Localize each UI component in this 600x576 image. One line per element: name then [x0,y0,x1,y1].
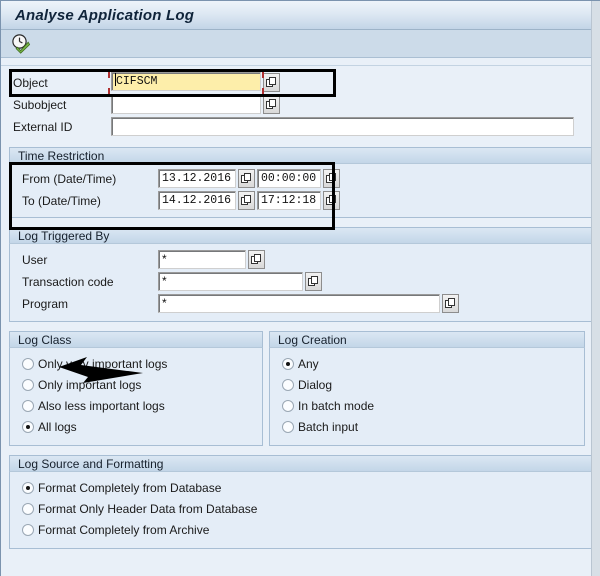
log-class-option-0[interactable]: Only very important logs [10,353,262,374]
program-input[interactable]: * [158,294,440,313]
time-from-date-input[interactable]: 13.12.2016 [158,169,236,188]
radio-icon[interactable] [22,399,34,412]
application-toolbar [1,30,600,58]
time-to-date-search-help-icon[interactable] [238,191,255,210]
program-label: Program [22,296,69,311]
class-creation-row: Log Class Only very important logs Only … [1,331,600,446]
program-search-help-icon[interactable] [442,294,459,313]
radio-icon[interactable] [282,357,294,370]
time-from-time-search-help-icon[interactable] [323,169,340,188]
log-triggered-by-body: User * Transaction code * Program * [9,244,592,322]
log-triggered-by-header: Log Triggered By [9,227,592,244]
time-from-date-search-help-icon[interactable] [238,169,255,188]
page-title: Analyse Application Log [15,6,195,24]
object-field-wrapper: CIFSCM [108,68,264,97]
time-to-label: To (Date/Time) [22,193,101,208]
radio-icon[interactable] [22,357,34,370]
window-right-strip [591,1,600,576]
subobject-input[interactable] [111,95,261,114]
time-to-date-input[interactable]: 14.12.2016 [158,191,236,210]
log-source-option-0[interactable]: Format Completely from Database [10,477,591,498]
radio-icon[interactable] [282,420,294,433]
log-class-option-2[interactable]: Also less important logs [10,395,262,416]
log-creation-panel: Log Creation Any Dialog In batch mode Ba… [263,331,593,446]
object-label: Object [13,75,48,90]
log-class-options: Only very important logs Only important … [10,348,262,445]
window-titlebar: Analyse Application Log [1,1,600,30]
log-class-body: Only very important logs Only important … [9,348,263,446]
time-from-time-input[interactable]: 00:00:00 [257,169,321,188]
log-source-option-2[interactable]: Format Completely from Archive [10,519,591,540]
log-source-option-1[interactable]: Format Only Header Data from Database [10,498,591,519]
transaction-code-search-help-icon[interactable] [305,272,322,291]
radio-icon[interactable] [22,502,34,515]
user-label: User [22,252,48,267]
log-class-option-1[interactable]: Only important logs [10,374,262,395]
object-row: Object CIFSCM [1,68,600,97]
subobject-search-help-icon[interactable] [263,95,280,114]
time-restriction-body: From (Date/Time) 13.12.2016 00:00:00 To … [9,164,592,218]
external-id-label: External ID [13,119,73,134]
toolbar-separator [1,58,600,66]
time-to-row: To (Date/Time) 14.12.2016 17:12:18 [10,190,591,211]
log-source-options: Format Completely from Database Format O… [10,472,591,548]
log-class-header: Log Class [9,331,263,348]
execute-clock-check-icon[interactable] [10,33,31,54]
transaction-code-label: Transaction code [22,274,114,289]
time-to-time-search-help-icon[interactable] [323,191,340,210]
radio-icon[interactable] [22,420,34,433]
log-creation-option-1[interactable]: Dialog [270,374,584,395]
radio-icon[interactable] [282,399,294,412]
object-input[interactable]: CIFSCM [111,71,261,91]
log-triggered-by-panel: Log Triggered By User * Transaction code [1,227,600,322]
radio-icon[interactable] [22,523,34,536]
log-source-header: Log Source and Formatting [9,455,592,472]
time-restriction-header: Time Restriction [9,147,592,164]
external-id-row: External ID [1,116,600,137]
log-creation-header: Log Creation [269,331,585,348]
radio-icon[interactable] [22,378,34,391]
selection-block: Object CIFSCM Subobject External ID [1,66,600,142]
log-source-body: Format Completely from Database Format O… [9,472,592,549]
time-to-time-input[interactable]: 17:12:18 [257,191,321,210]
radio-icon[interactable] [282,378,294,391]
time-restriction-panel: Time Restriction From (Date/Time) 13.12.… [1,147,600,218]
log-creation-option-0[interactable]: Any [270,353,584,374]
log-creation-option-3[interactable]: Batch input [270,416,584,437]
log-source-panel: Log Source and Formatting Format Complet… [1,455,600,549]
sap-window: Analyse Application Log Object CIFSCM Su… [0,0,600,576]
program-row: Program * [10,293,591,314]
time-from-label: From (Date/Time) [22,171,117,186]
subobject-label: Subobject [13,97,67,112]
object-search-help-icon[interactable] [263,73,280,92]
log-creation-options: Any Dialog In batch mode Batch input [270,348,584,445]
user-search-help-icon[interactable] [248,250,265,269]
log-creation-option-2[interactable]: In batch mode [270,395,584,416]
user-row: User * [10,249,591,270]
log-class-option-3[interactable]: All logs [10,416,262,437]
subobject-row: Subobject [1,94,600,115]
time-from-row: From (Date/Time) 13.12.2016 00:00:00 [10,168,591,189]
user-input[interactable]: * [158,250,246,269]
radio-icon[interactable] [22,481,34,494]
transaction-code-row: Transaction code * [10,271,591,292]
external-id-input[interactable] [111,117,574,136]
transaction-code-input[interactable]: * [158,272,303,291]
log-creation-body: Any Dialog In batch mode Batch input [269,348,585,446]
log-class-panel: Log Class Only very important logs Only … [1,331,263,446]
